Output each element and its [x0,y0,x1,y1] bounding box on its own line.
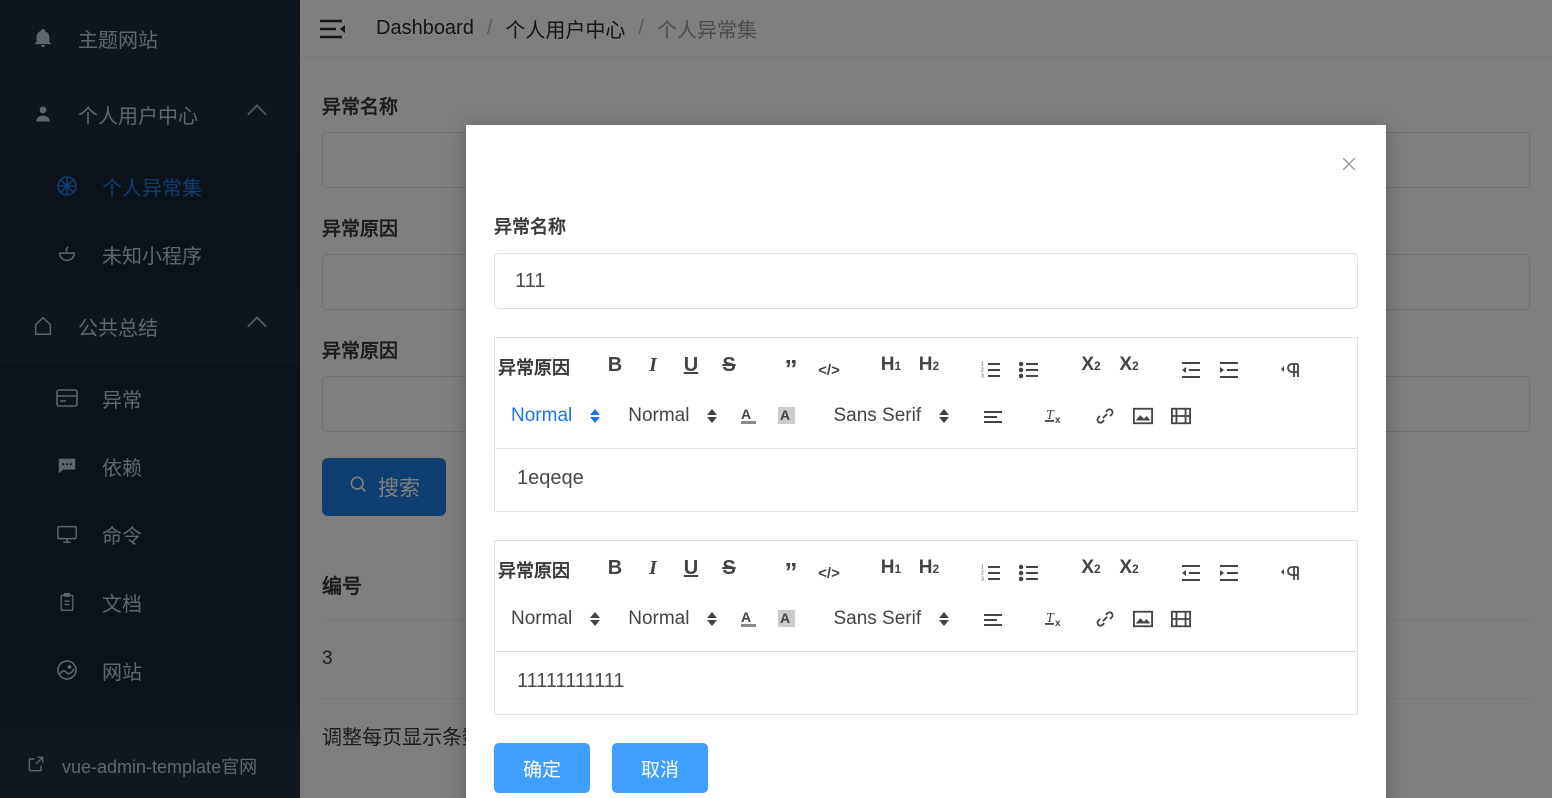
bold-icon[interactable]: B [599,354,631,386]
edit-dialog: 异常名称 111 异常原因 B I U S ” </> H1 H 2 1 2 3… [466,125,1386,798]
align-icon[interactable] [977,400,1009,432]
svg-text:3: 3 [981,577,984,583]
superscript-icon[interactable]: X2 [1113,354,1145,386]
editor-1-content[interactable]: 1eqeqe [495,449,1357,511]
picker-arrows-icon [939,612,950,626]
font-picker[interactable]: Sans Serif [833,608,950,630]
size-picker[interactable]: Normal [628,608,718,630]
italic-icon[interactable]: I [637,557,669,589]
indent-icon[interactable] [1213,557,1245,589]
editor-1-toolbar: B I U S ” </> H1 H2 123 X 2 X 2 Normal N… [495,338,1357,449]
clear-format-icon[interactable]: Tx [1039,603,1071,635]
header-1-icon[interactable]: H1 [875,354,907,386]
dialog-name-input[interactable]: 111 [494,253,1358,309]
video-insert-icon[interactable] [1165,400,1197,432]
image-insert-icon[interactable] [1127,400,1159,432]
dialog-name-label: 异常名称 [494,217,566,237]
italic-icon[interactable]: I [637,354,669,386]
bold-icon[interactable]: B [599,557,631,589]
header-picker[interactable]: Normal [511,608,601,630]
background-color-icon[interactable]: A [771,603,803,635]
header-2-icon[interactable]: H2 [913,557,945,589]
direction-icon[interactable] [1275,354,1307,386]
direction-icon[interactable] [1275,557,1307,589]
video-insert-icon[interactable] [1165,603,1197,635]
header-1-icon[interactable]: H1 [875,557,907,589]
svg-text:x: x [1055,618,1061,629]
picker-arrows-icon [707,612,718,626]
outdent-icon[interactable] [1175,354,1207,386]
bullet-list-icon[interactable] [1013,557,1045,589]
svg-text:x: x [1055,415,1061,426]
align-icon[interactable] [977,603,1009,635]
editor-1-label: 异常原因 [498,358,570,378]
superscript-icon[interactable]: X2 [1113,557,1145,589]
code-block-icon[interactable]: </> [813,354,845,386]
ordered-list-icon[interactable]: 123 [975,354,1007,386]
svg-text:3: 3 [981,374,984,380]
picker-arrows-icon [590,409,601,423]
blockquote-icon[interactable]: ” [775,354,807,386]
svg-text:A: A [741,609,751,625]
editor-2-toolbar: B I U S ” </> H1 H2 123 X 2 X 2 Normal N… [495,541,1357,652]
picker-arrows-icon [939,409,950,423]
font-color-icon[interactable]: A [733,400,765,432]
svg-text:A: A [741,406,751,422]
svg-text:A: A [780,610,790,626]
header-2-icon[interactable]: H2 [913,354,945,386]
close-icon[interactable] [1336,151,1362,177]
ordered-list-icon[interactable]: 123 [975,557,1007,589]
font-color-icon[interactable]: A [733,603,765,635]
rich-text-editor-1: 异常原因 B I U S ” </> H1 H2 1 2 3 X 2 X 2 N… [494,337,1358,512]
font-picker[interactable]: Sans Serif [833,405,950,427]
indent-icon[interactable] [1213,354,1245,386]
header-picker[interactable]: Normal [511,405,601,427]
svg-text:A: A [780,407,790,423]
link-icon[interactable] [1089,603,1121,635]
underline-icon[interactable]: U [675,557,707,589]
strike-icon[interactable]: S [713,557,745,589]
outdent-icon[interactable] [1175,557,1207,589]
editor-2-label: 异常原因 [498,561,570,581]
clear-format-icon[interactable]: Tx [1039,400,1071,432]
image-insert-icon[interactable] [1127,603,1159,635]
underline-icon[interactable]: U [675,354,707,386]
bullet-list-icon[interactable] [1013,354,1045,386]
background-color-icon[interactable]: A [771,400,803,432]
editor-2-toolbar-row-2: Normal Normal A A Sans Serif T x [503,596,1349,642]
editor-2-toolbar-row-1: B I U S ” </> H1 H2 123 X 2 X 2 [503,550,1349,596]
dialog-body: 异常名称 111 异常原因 B I U S ” </> H1 H 2 1 2 3… [466,125,1386,715]
strike-icon[interactable]: S [713,354,745,386]
editor-2-content[interactable]: 11111111111 [495,652,1357,714]
blockquote-icon[interactable]: ” [775,557,807,589]
code-block-icon[interactable]: </> [813,557,845,589]
editor-1-toolbar-row-1: B I U S ” </> H1 H2 123 X 2 X 2 [503,347,1349,393]
dialog-footer: 确定 取消 [466,743,1386,793]
picker-arrows-icon [707,409,718,423]
subscript-icon[interactable]: X2 [1075,557,1107,589]
rich-text-editor-2: 异常原因 B I U S ” </> H1 H2 1 2 3 X 2 X 2 N… [494,540,1358,715]
cancel-button[interactable]: 取消 [612,743,708,793]
link-icon[interactable] [1089,400,1121,432]
picker-arrows-icon [590,612,601,626]
editor-1-toolbar-row-2: Normal Normal A A Sans Serif T x [503,393,1349,439]
subscript-icon[interactable]: X2 [1075,354,1107,386]
size-picker[interactable]: Normal [628,405,718,427]
confirm-button[interactable]: 确定 [494,743,590,793]
